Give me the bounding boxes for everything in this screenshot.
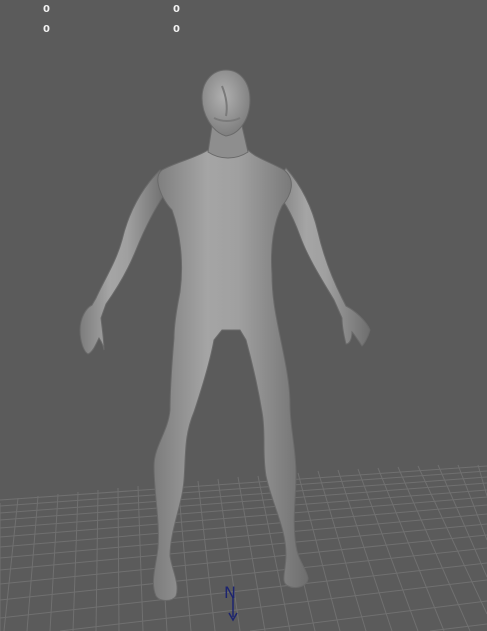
hud-value-bottom-left: 0 — [43, 24, 50, 35]
view-manipulator[interactable]: N — [224, 583, 238, 622]
ground-grid — [0, 464, 487, 631]
3d-viewport[interactable]: N 0 0 0 0 — [0, 0, 487, 631]
hud-value-top-right: 0 — [173, 4, 180, 15]
model-left-arm — [79, 169, 167, 355]
hud-value-bottom-right: 0 — [173, 24, 180, 35]
hud-value-top-left: 0 — [43, 4, 50, 15]
viewport-scene[interactable]: N — [0, 0, 487, 631]
humanoid-model[interactable] — [79, 69, 371, 601]
manipulator-label: N — [224, 583, 236, 602]
model-torso — [152, 149, 309, 601]
